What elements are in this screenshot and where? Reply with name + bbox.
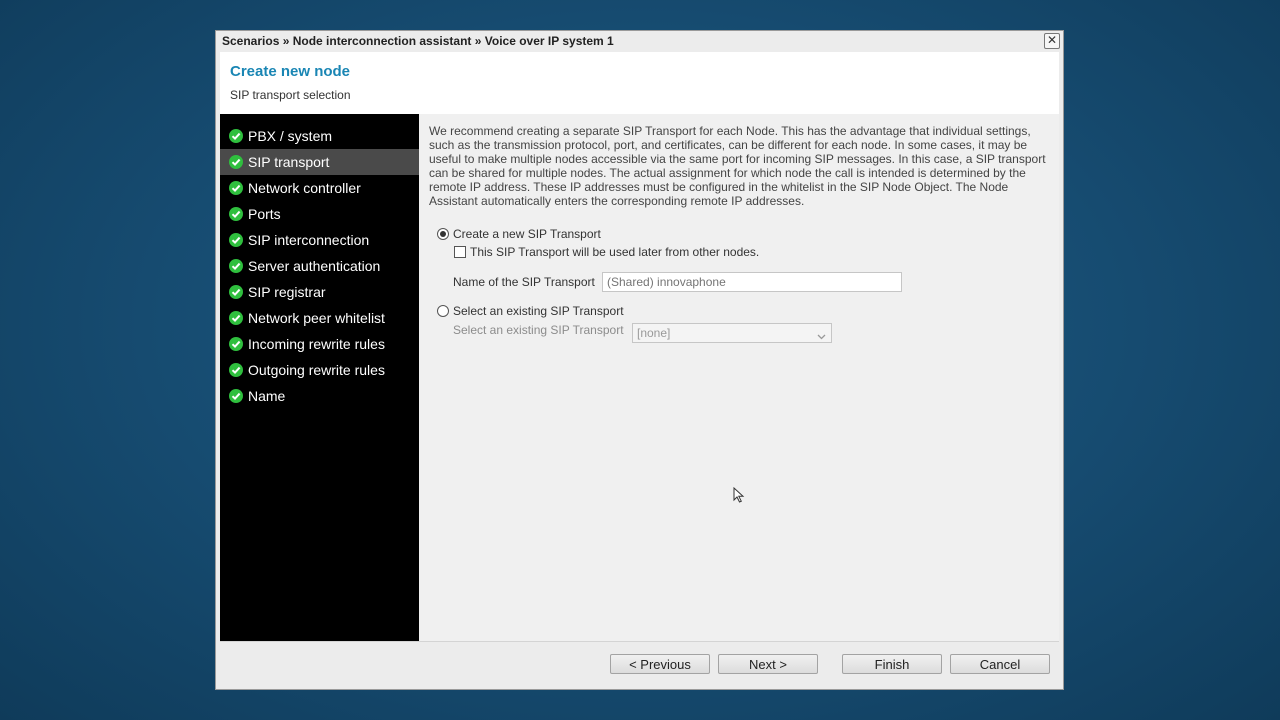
transport-name-label: Name of the SIP Transport — [453, 275, 595, 289]
create-new-transport-radio[interactable] — [437, 228, 449, 240]
existing-transport-select-value: [none] — [637, 326, 671, 340]
step-sip-registrar[interactable]: SIP registrar — [220, 279, 419, 305]
description-text: We recommend creating a separate SIP Tra… — [429, 124, 1046, 208]
chevron-down-icon — [817, 328, 826, 346]
check-circle-icon — [229, 363, 243, 377]
step-label: SIP transport — [248, 154, 330, 170]
step-label: SIP interconnection — [248, 232, 370, 248]
step-label: Incoming rewrite rules — [248, 336, 385, 352]
step-label: Outgoing rewrite rules — [248, 362, 385, 378]
step-sip-transport[interactable]: SIP transport — [220, 149, 419, 175]
step-pbx-system[interactable]: PBX / system — [220, 123, 419, 149]
create-new-transport-label: Create a new SIP Transport — [453, 227, 601, 241]
shared-transport-checkbox[interactable] — [454, 246, 466, 258]
previous-button[interactable]: < Previous — [610, 654, 710, 674]
step-sip-interconnection[interactable]: SIP interconnection — [220, 227, 419, 253]
check-circle-icon — [229, 129, 243, 143]
step-network-peer-whitelist[interactable]: Network peer whitelist — [220, 305, 419, 331]
step-label: Network controller — [248, 180, 361, 196]
cancel-button[interactable]: Cancel — [950, 654, 1050, 674]
step-label: Ports — [248, 206, 281, 222]
step-label: Server authentication — [248, 258, 381, 274]
check-circle-icon — [229, 285, 243, 299]
check-circle-icon — [229, 389, 243, 403]
dialog-breadcrumb: Scenarios » Node interconnection assista… — [216, 31, 1063, 51]
step-label: Name — [248, 388, 286, 404]
radio-selected-dot — [440, 231, 446, 237]
mouse-cursor-icon — [733, 486, 745, 508]
transport-name-input[interactable] — [602, 272, 902, 292]
next-button[interactable]: Next > — [718, 654, 818, 674]
select-existing-transport-radio[interactable] — [437, 305, 449, 317]
step-server-authentication[interactable]: Server authentication — [220, 253, 419, 279]
wizard-steps-sidebar: PBX / system SIP transport Network contr… — [220, 114, 419, 641]
page-subtitle: SIP transport selection — [230, 88, 351, 102]
page-title: Create new node — [230, 63, 351, 80]
check-circle-icon — [229, 337, 243, 351]
check-circle-icon — [229, 155, 243, 169]
step-label: Network peer whitelist — [248, 310, 385, 326]
check-circle-icon — [229, 181, 243, 195]
step-outgoing-rewrite-rules[interactable]: Outgoing rewrite rules — [220, 357, 419, 383]
step-name[interactable]: Name — [220, 383, 419, 409]
step-network-controller[interactable]: Network controller — [220, 175, 419, 201]
step-label: PBX / system — [248, 128, 333, 144]
step-incoming-rewrite-rules[interactable]: Incoming rewrite rules — [220, 331, 419, 357]
select-existing-transport-label: Select an existing SIP Transport — [453, 304, 624, 318]
check-circle-icon — [229, 207, 243, 221]
step-ports[interactable]: Ports — [220, 201, 419, 227]
content-panel: We recommend creating a separate SIP Tra… — [419, 114, 1059, 641]
close-button[interactable]: ✕ — [1044, 33, 1060, 49]
finish-button[interactable]: Finish — [842, 654, 942, 674]
check-circle-icon — [229, 233, 243, 247]
check-circle-icon — [229, 311, 243, 325]
shared-transport-label: This SIP Transport will be used later fr… — [470, 245, 760, 259]
dialog-footer: < Previous Next > Finish Cancel — [220, 641, 1059, 686]
existing-transport-select[interactable]: [none] — [632, 323, 832, 343]
check-circle-icon — [229, 259, 243, 273]
create-node-dialog: Scenarios » Node interconnection assista… — [215, 30, 1064, 690]
step-label: SIP registrar — [248, 284, 326, 300]
existing-transport-select-label: Select an existing SIP Transport — [453, 323, 624, 337]
dialog-header: Create new node SIP transport selection — [220, 52, 1059, 115]
